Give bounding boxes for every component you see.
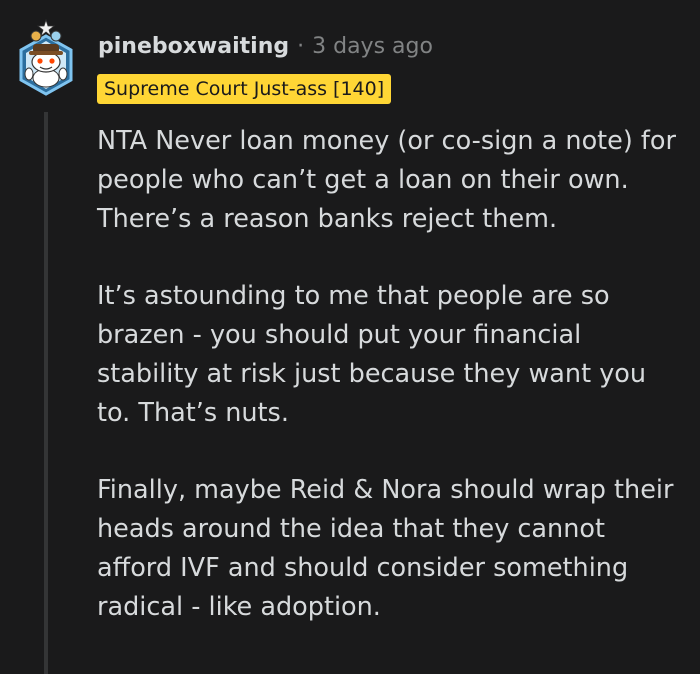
meta-separator: · (297, 33, 305, 59)
comment-paragraph: Finally, maybe Reid & Nora should wrap t… (97, 475, 674, 622)
comment-paragraph: It’s astounding to me that people are so… (97, 281, 647, 428)
snoo-avatar-icon (19, 18, 73, 96)
user-flair: Supreme Court Just-ass [140] (97, 74, 392, 104)
user-avatar[interactable] (14, 14, 78, 98)
username-link[interactable]: pineboxwaiting (98, 34, 289, 59)
comment-meta: pineboxwaiting · 3 days ago (98, 30, 433, 62)
comment: pineboxwaiting · 3 days ago Supreme Cour… (0, 0, 700, 674)
comment-body: NTA Never loan money (or co-sign a note)… (97, 122, 687, 665)
thread-collapse-line[interactable] (44, 112, 48, 674)
comment-paragraph: NTA Never loan money (or co-sign a note)… (97, 126, 676, 234)
comment-timestamp[interactable]: 3 days ago (312, 34, 433, 59)
